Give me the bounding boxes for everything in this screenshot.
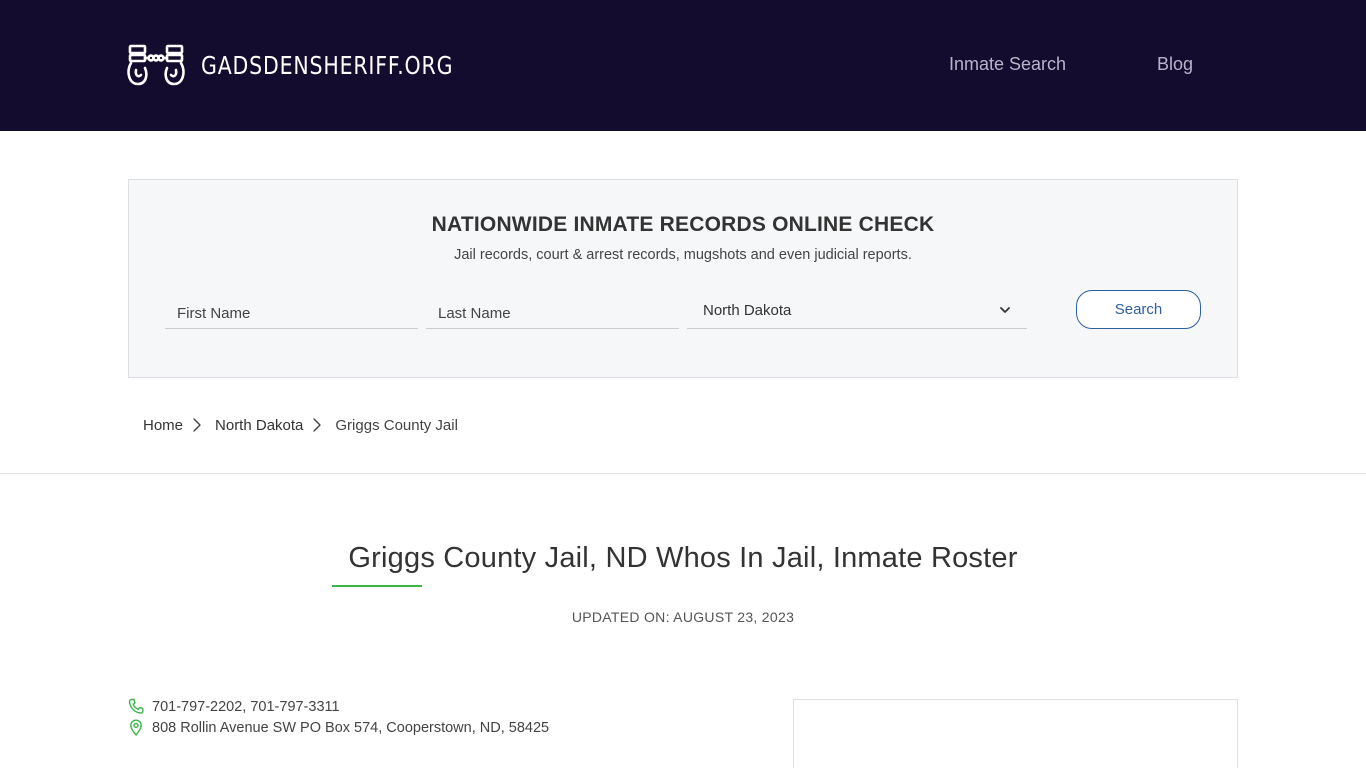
contact-phone: 701-797-2202, 701-797-3311 (128, 698, 340, 715)
breadcrumb-current: Griggs County Jail (335, 416, 458, 434)
search-panel-title: NATIONWIDE INMATE RECORDS ONLINE CHECK (431, 213, 935, 236)
page-title: Griggs County Jail, ND Whos In Jail, Inm… (348, 542, 1018, 574)
search-panel-subtitle: Jail records, court & arrest records, mu… (454, 247, 912, 263)
nav-inmate-search[interactable]: Inmate Search (949, 54, 1066, 75)
breadcrumb: Home North Dakota Griggs County Jail (143, 416, 458, 434)
map-pin-icon (130, 719, 142, 736)
logo-text: GADSDENSHERIFF.ORG (201, 50, 454, 80)
contact-address: 808 Rollin Avenue SW PO Box 574, Coopers… (128, 719, 549, 736)
breadcrumb-state[interactable]: North Dakota (215, 417, 303, 434)
section-divider (0, 473, 1366, 474)
nav-blog[interactable]: Blog (1157, 54, 1193, 75)
title-underline (332, 585, 422, 587)
first-name-input[interactable] (165, 292, 418, 329)
handcuffs-icon (127, 44, 185, 86)
state-select[interactable]: North Dakota (687, 292, 1027, 329)
phone-numbers[interactable]: 701-797-2202, 701-797-3311 (152, 699, 340, 715)
breadcrumb-home[interactable]: Home (143, 417, 183, 434)
site-logo[interactable]: GADSDENSHERIFF.ORG (127, 42, 509, 88)
address-text: 808 Rollin Avenue SW PO Box 574, Coopers… (152, 719, 550, 736)
chevron-down-icon (1000, 307, 1010, 313)
search-button[interactable]: Search (1076, 290, 1201, 329)
chevron-right-icon (313, 418, 322, 432)
phone-icon (128, 698, 144, 714)
chevron-right-icon (193, 418, 201, 432)
state-select-value: North Dakota (703, 301, 792, 319)
map-box[interactable] (793, 699, 1238, 768)
last-name-input[interactable] (426, 292, 679, 329)
updated-date: UPDATED ON: AUGUST 23, 2023 (571, 609, 795, 625)
inmate-search-panel: NATIONWIDE INMATE RECORDS ONLINE CHECK J… (128, 179, 1238, 378)
site-header: GADSDENSHERIFF.ORG Inmate Search Blog (0, 0, 1366, 131)
